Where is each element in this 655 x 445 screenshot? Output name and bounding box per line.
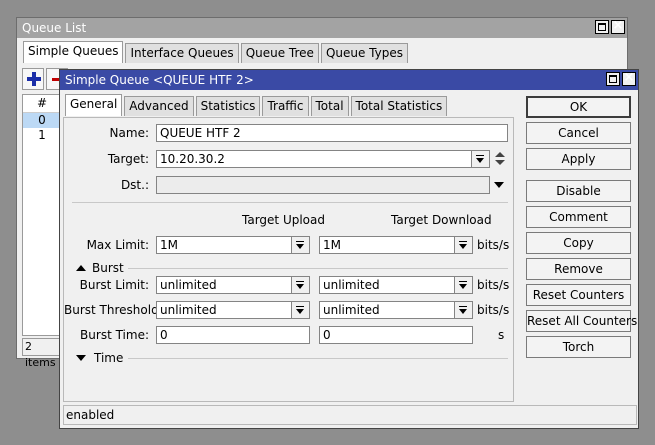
burst-limit-label: Burst Limit: xyxy=(79,278,149,292)
burst-section-label: Burst xyxy=(92,261,124,275)
reset-counters-button[interactable]: Reset Counters xyxy=(526,284,631,306)
comment-button[interactable]: Comment xyxy=(526,206,631,228)
target-upload-header: Target Upload xyxy=(242,213,325,227)
torch-button[interactable]: Torch xyxy=(526,336,631,358)
ok-button[interactable]: OK xyxy=(526,96,631,118)
target-dropdown-icon[interactable] xyxy=(471,151,489,167)
copy-button[interactable]: Copy xyxy=(526,232,631,254)
burst-threshold-upload-field[interactable]: unlimited xyxy=(156,301,310,319)
max-limit-upload-value: 1M xyxy=(160,238,178,252)
burst-time-upload-field[interactable]: 0 xyxy=(156,326,310,344)
burst-time-unit: s xyxy=(498,328,505,342)
queue-list-tabs: Simple Queues Interface Queues Queue Tre… xyxy=(23,41,410,63)
dst-label: Dst.: xyxy=(120,178,149,192)
status-bar: enabled xyxy=(63,405,637,425)
maximize-icon[interactable] xyxy=(595,20,609,34)
dst-field[interactable] xyxy=(156,176,490,194)
name-label: Name: xyxy=(109,126,149,140)
max-limit-download-value: 1M xyxy=(323,238,341,252)
tab-advanced[interactable]: Advanced xyxy=(124,96,194,116)
time-section-label: Time xyxy=(94,351,124,365)
name-field[interactable]: QUEUE HTF 2 xyxy=(156,124,508,142)
burst-limit-download-field[interactable]: unlimited xyxy=(319,276,473,294)
dialog-titlebar[interactable]: Simple Queue <QUEUE HTF 2> × xyxy=(60,70,638,90)
target-download-header: Target Download xyxy=(391,213,492,227)
tab-general[interactable]: General xyxy=(65,94,123,116)
max-limit-label: Max Limit: xyxy=(86,238,149,252)
tab-simple-queues[interactable]: Simple Queues xyxy=(23,41,124,63)
reset-all-counters-button[interactable]: Reset All Counters xyxy=(526,310,637,332)
column-header-number[interactable]: # xyxy=(23,95,61,113)
item-count: 2 items xyxy=(22,338,62,369)
burst-threshold-upload-dropdown-icon[interactable] xyxy=(291,302,309,318)
simple-queue-dialog: Simple Queue <QUEUE HTF 2> × General Adv… xyxy=(59,69,639,429)
burst-limit-download-dropdown-icon[interactable] xyxy=(454,277,472,293)
burst-threshold-upload-value: unlimited xyxy=(160,303,217,317)
close-icon[interactable]: × xyxy=(622,70,636,86)
remove-button[interactable]: Remove xyxy=(526,258,631,280)
collapse-icon xyxy=(76,265,86,271)
burst-threshold-download-dropdown-icon[interactable] xyxy=(454,302,472,318)
queue-list-titlebar[interactable]: Queue List × xyxy=(17,18,627,38)
target-updown-icon[interactable] xyxy=(494,151,506,167)
max-limit-upload-field[interactable]: 1M xyxy=(156,236,310,254)
queue-list-title: Queue List xyxy=(22,21,87,35)
tab-total[interactable]: Total xyxy=(310,96,349,116)
burst-threshold-label: Burst Threshold: xyxy=(64,303,163,317)
burst-section-toggle[interactable]: Burst xyxy=(76,261,124,275)
burst-limit-download-value: unlimited xyxy=(323,278,380,292)
tab-queue-tree[interactable]: Queue Tree xyxy=(240,43,319,63)
max-limit-upload-dropdown-icon[interactable] xyxy=(291,237,309,253)
burst-limit-unit: bits/s xyxy=(477,278,510,292)
maximize-icon[interactable] xyxy=(606,72,620,86)
cancel-button[interactable]: Cancel xyxy=(526,122,631,144)
add-button[interactable] xyxy=(22,68,44,90)
divider xyxy=(128,358,508,359)
queue-table: # 0 1 xyxy=(22,94,62,336)
divider xyxy=(128,268,508,269)
burst-limit-upload-value: unlimited xyxy=(160,278,217,292)
close-icon[interactable]: × xyxy=(611,18,625,34)
tab-interface-queues[interactable]: Interface Queues xyxy=(125,43,239,63)
table-row[interactable]: 0 xyxy=(23,113,61,128)
table-row[interactable]: 1 xyxy=(23,128,61,143)
burst-time-label: Burst Time: xyxy=(80,328,149,342)
dst-dropdown-icon[interactable] xyxy=(494,182,504,188)
dialog-tabs: General Advanced Statistics Traffic Tota… xyxy=(65,94,449,116)
max-limit-download-field[interactable]: 1M xyxy=(319,236,473,254)
plus-icon xyxy=(27,72,41,86)
burst-time-download-field[interactable]: 0 xyxy=(319,326,473,344)
target-value: 10.20.30.2 xyxy=(160,152,225,166)
apply-button[interactable]: Apply xyxy=(526,148,631,170)
tab-traffic[interactable]: Traffic xyxy=(262,96,309,116)
tab-total-statistics[interactable]: Total Statistics xyxy=(350,96,448,116)
tab-queue-types[interactable]: Queue Types xyxy=(320,43,408,63)
general-panel: Name: QUEUE HTF 2 Target: 10.20.30.2 Dst… xyxy=(63,117,514,402)
target-field[interactable]: 10.20.30.2 xyxy=(156,150,490,168)
burst-limit-upload-field[interactable]: unlimited xyxy=(156,276,310,294)
disable-button[interactable]: Disable xyxy=(526,180,631,202)
burst-threshold-unit: bits/s xyxy=(477,303,510,317)
burst-threshold-download-field[interactable]: unlimited xyxy=(319,301,473,319)
divider xyxy=(72,202,508,203)
burst-limit-upload-dropdown-icon[interactable] xyxy=(291,277,309,293)
burst-threshold-download-value: unlimited xyxy=(323,303,380,317)
tab-statistics[interactable]: Statistics xyxy=(195,96,261,116)
dialog-title: Simple Queue <QUEUE HTF 2> xyxy=(65,73,254,87)
max-limit-unit: bits/s xyxy=(477,238,510,252)
expand-icon xyxy=(76,355,86,361)
target-label: Target: xyxy=(107,152,149,166)
time-section-toggle[interactable]: Time xyxy=(76,351,123,365)
max-limit-download-dropdown-icon[interactable] xyxy=(454,237,472,253)
